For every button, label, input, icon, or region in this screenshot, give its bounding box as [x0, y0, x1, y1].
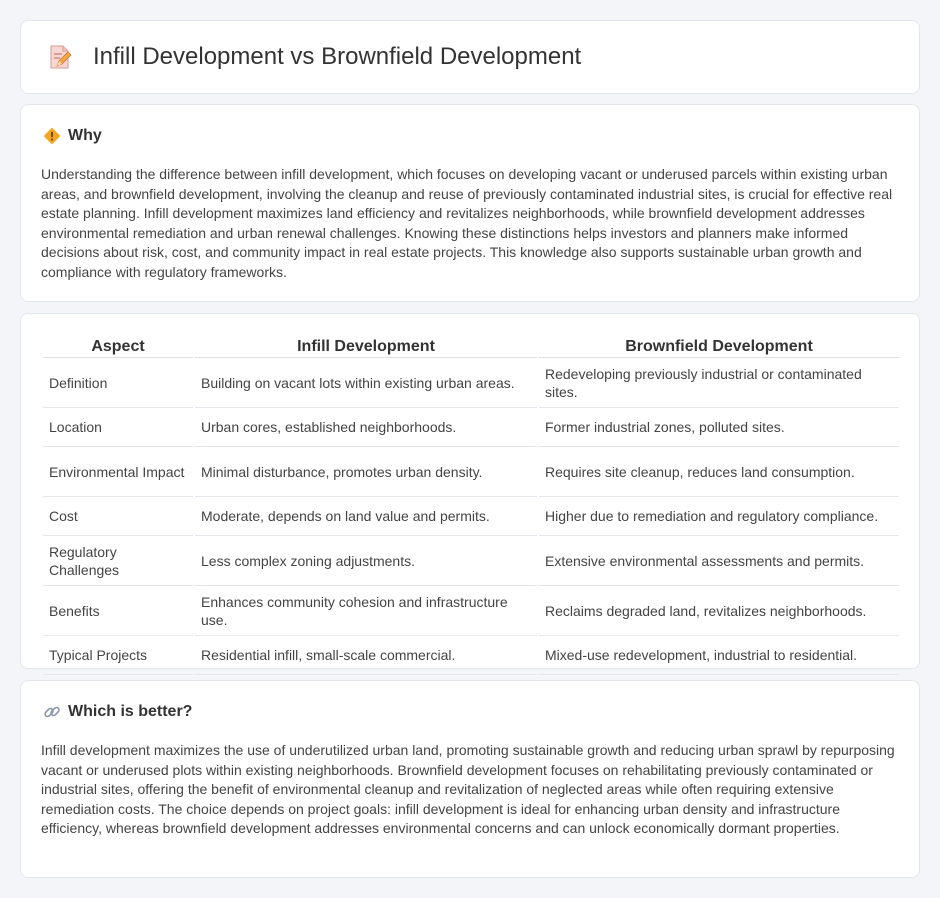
table-row: Cost Moderate, depends on land value and… [43, 497, 899, 536]
header-aspect: Aspect [43, 334, 193, 358]
cell-aspect: Definition [43, 358, 193, 408]
cell-aspect: Benefits [43, 586, 193, 636]
cell-infill: Urban cores, established neighborhoods. [195, 408, 537, 447]
cell-infill: Minimal disturbance, promotes urban dens… [195, 447, 537, 497]
table-row: Location Urban cores, established neighb… [43, 408, 899, 447]
cell-infill: Moderate, depends on land value and perm… [195, 497, 537, 536]
cell-aspect: Typical Projects [43, 636, 193, 675]
cell-aspect: Regulatory Challenges [43, 536, 193, 586]
cell-brownfield: Extensive environmental assessments and … [539, 536, 899, 586]
cell-infill: Building on vacant lots within existing … [195, 358, 537, 408]
diamond-warning-icon [44, 128, 60, 144]
table-row: Regulatory Challenges Less complex zonin… [43, 536, 899, 586]
cell-brownfield: Former industrial zones, polluted sites. [539, 408, 899, 447]
cell-aspect: Cost [43, 497, 193, 536]
header-brownfield: Brownfield Development [539, 334, 899, 358]
page-title: Infill Development vs Brownfield Develop… [93, 43, 582, 70]
which-is-better-section: Which is better? Infill development maxi… [20, 680, 920, 878]
table-header-row: Aspect Infill Development Brownfield Dev… [43, 334, 899, 358]
why-section: Why Understanding the difference between… [20, 104, 920, 302]
cell-aspect: Location [43, 408, 193, 447]
comparison-table: Aspect Infill Development Brownfield Dev… [41, 334, 901, 675]
better-title: Which is better? [68, 703, 193, 720]
table-row: Environmental Impact Minimal disturbance… [43, 447, 899, 497]
cell-infill: Residential infill, small-scale commerci… [195, 636, 537, 675]
cell-infill: Less complex zoning adjustments. [195, 536, 537, 586]
why-title: Why [68, 127, 102, 144]
cell-brownfield: Mixed-use redevelopment, industrial to r… [539, 636, 899, 675]
better-body: Infill development maximizes the use of … [41, 742, 895, 837]
title-card: Infill Development vs Brownfield Develop… [20, 20, 920, 94]
header-infill: Infill Development [195, 334, 537, 358]
cell-brownfield: Redeveloping previously industrial or co… [539, 358, 899, 408]
document-pen-icon [50, 45, 72, 69]
why-body: Understanding the difference between inf… [41, 166, 893, 280]
comparison-card: Aspect Infill Development Brownfield Dev… [20, 313, 920, 675]
cell-aspect: Environmental Impact [43, 447, 193, 497]
table-row: Definition Building on vacant lots withi… [43, 358, 899, 408]
table-row: Typical Projects Residential infill, sma… [43, 636, 899, 675]
cell-brownfield: Requires site cleanup, reduces land cons… [539, 447, 899, 497]
cell-brownfield: Reclaims degraded land, revitalizes neig… [539, 586, 899, 636]
cell-infill: Enhances community cohesion and infrastr… [195, 586, 537, 636]
cell-brownfield: Higher due to remediation and regulatory… [539, 497, 899, 536]
link-icon [44, 706, 60, 718]
table-row: Benefits Enhances community cohesion and… [43, 586, 899, 636]
